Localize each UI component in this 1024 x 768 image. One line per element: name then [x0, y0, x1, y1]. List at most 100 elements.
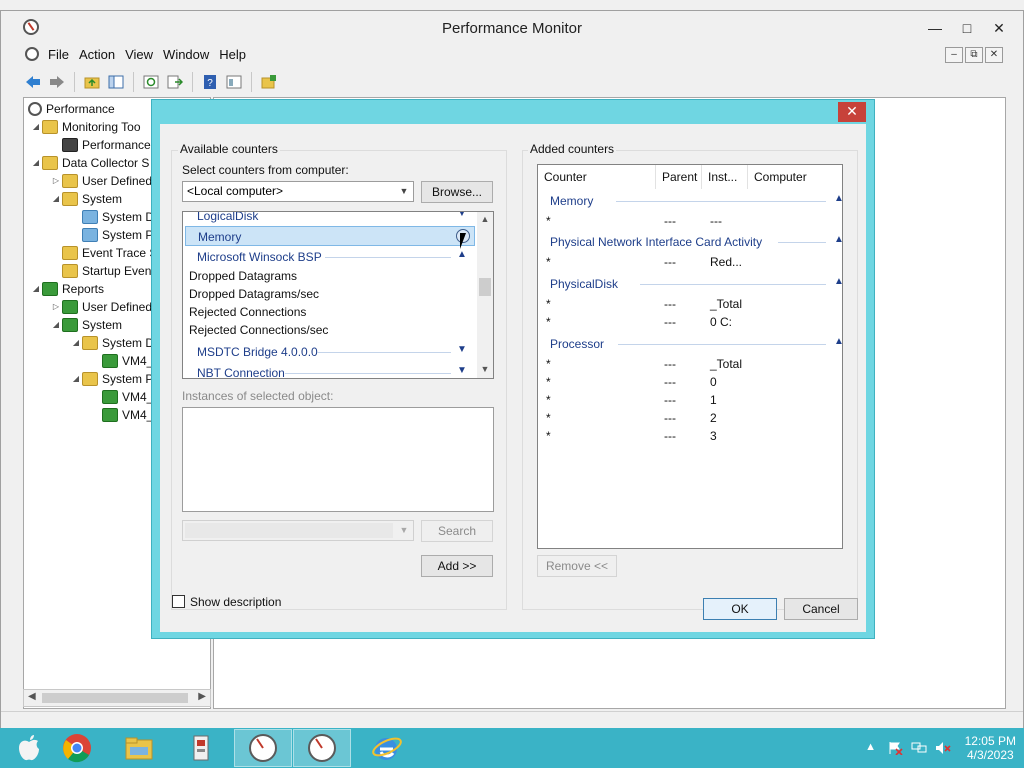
- tree-item-reports-system-diagnostics[interactable]: ◢ System D: [70, 334, 154, 352]
- added-row[interactable]: * --- _Total: [538, 355, 838, 373]
- show-hidden-icons-icon[interactable]: ▲: [863, 741, 879, 755]
- chevron-down-icon[interactable]: ▼: [457, 344, 467, 355]
- show-description-label[interactable]: Show description: [190, 595, 281, 609]
- added-category-physicaldisk[interactable]: PhysicalDisk ▲: [550, 275, 842, 295]
- expanded-arrow-icon[interactable]: ◢: [30, 280, 42, 298]
- expanded-arrow-icon[interactable]: ◢: [30, 118, 42, 136]
- computer-select[interactable]: <Local computer> ▼: [182, 181, 414, 202]
- scroll-up-icon[interactable]: ▲: [477, 214, 493, 224]
- tree-item-system[interactable]: ◢ System: [50, 190, 122, 208]
- file-explorer-icon[interactable]: [110, 729, 168, 767]
- taskbar-clock[interactable]: 12:05 PM 4/3/2023: [965, 734, 1016, 762]
- counter-rejected-connections[interactable]: Rejected Connections: [189, 305, 306, 323]
- internet-explorer-icon[interactable]: [358, 729, 416, 767]
- scroll-thumb[interactable]: [42, 693, 188, 703]
- chevron-up-icon[interactable]: ▲: [834, 193, 842, 204]
- tree-item-performance[interactable]: Performance: [28, 100, 115, 118]
- device-manager-icon[interactable]: [172, 729, 230, 767]
- tree-item-report-vm4-1[interactable]: VM4_: [102, 352, 153, 370]
- tree-item-performance-monitor[interactable]: Performance: [62, 136, 151, 154]
- tree-item-report-vm4-3[interactable]: VM4_: [102, 406, 153, 424]
- added-category-memory[interactable]: Memory ▲: [550, 192, 842, 212]
- expanded-arrow-icon[interactable]: ◢: [70, 370, 82, 388]
- forward-arrow-icon[interactable]: [47, 72, 67, 92]
- column-header-instance[interactable]: Inst...: [702, 165, 748, 189]
- action-center-flag-icon[interactable]: [887, 741, 903, 756]
- network-icon[interactable]: [911, 741, 927, 755]
- added-row[interactable]: * --- 2: [538, 409, 838, 427]
- chevron-up-icon[interactable]: ▲: [834, 234, 842, 245]
- maximize-button[interactable]: □: [951, 17, 983, 39]
- added-row[interactable]: * --- 0 C:: [538, 313, 838, 331]
- category-microsoft-winsock-bsp[interactable]: Microsoft Winsock BSP ▲: [185, 247, 475, 267]
- show-hide-tree-icon[interactable]: [106, 72, 126, 92]
- column-header-parent[interactable]: Parent: [656, 165, 702, 189]
- collapsed-arrow-icon[interactable]: ▷: [50, 172, 62, 190]
- close-button[interactable]: ✕: [983, 17, 1015, 39]
- tree-item-user-defined[interactable]: ▷ User Defined: [50, 172, 152, 190]
- show-description-checkbox[interactable]: [172, 595, 185, 608]
- menu-file[interactable]: File: [47, 47, 78, 62]
- perfmon-task-icon[interactable]: [234, 729, 292, 767]
- tree-item-system-performance[interactable]: System P: [82, 226, 153, 244]
- export-list-icon[interactable]: [165, 72, 185, 92]
- chevron-up-icon[interactable]: ▲: [834, 336, 842, 347]
- scroll-thumb[interactable]: [479, 278, 491, 296]
- added-row[interactable]: * --- 3: [538, 427, 838, 445]
- scroll-down-icon[interactable]: ▼: [477, 364, 493, 374]
- properties-icon[interactable]: [224, 72, 244, 92]
- add-button[interactable]: Add >>: [421, 555, 493, 577]
- mdi-close-button[interactable]: ✕: [985, 47, 1003, 63]
- counter-dropped-datagrams[interactable]: Dropped Datagrams: [189, 269, 297, 287]
- back-arrow-icon[interactable]: [23, 72, 43, 92]
- chevron-up-icon[interactable]: ▲: [834, 276, 842, 287]
- menu-help[interactable]: Help: [218, 47, 255, 62]
- refresh-icon[interactable]: [141, 72, 161, 92]
- instance-search-box[interactable]: ▼: [182, 520, 414, 541]
- menu-action[interactable]: Action: [78, 47, 124, 62]
- added-row[interactable]: * --- Red...: [538, 253, 838, 271]
- help-icon[interactable]: ?: [200, 72, 220, 92]
- added-row[interactable]: * --- 0: [538, 373, 838, 391]
- search-button[interactable]: Search: [421, 520, 493, 542]
- chevron-down-icon[interactable]: ▼: [457, 212, 467, 219]
- scroll-left-icon[interactable]: ◀: [28, 691, 36, 702]
- ok-button[interactable]: OK: [703, 598, 777, 620]
- tree-horizontal-scrollbar[interactable]: ◀ ▶: [23, 689, 211, 707]
- tree-item-report-vm4-2[interactable]: VM4_: [102, 388, 153, 406]
- tree-item-system-diagnostics[interactable]: System D: [82, 208, 154, 226]
- scroll-right-icon[interactable]: ▶: [198, 691, 206, 702]
- instances-list[interactable]: [182, 407, 494, 512]
- browse-button[interactable]: Browse...: [421, 181, 493, 203]
- perfmon-doc-icon[interactable]: [25, 47, 39, 61]
- expanded-arrow-icon[interactable]: ◢: [70, 334, 82, 352]
- cancel-button[interactable]: Cancel: [784, 598, 858, 620]
- chrome-icon[interactable]: [48, 729, 106, 767]
- added-category-processor[interactable]: Processor ▲: [550, 335, 842, 355]
- counter-list[interactable]: LogicalDisk ▼ Memory ▼ Microsoft Winsock…: [182, 211, 494, 379]
- tree-item-event-trace-sessions[interactable]: Event Trace S: [62, 244, 157, 262]
- tree-item-startup-event-trace[interactable]: Startup Even: [62, 262, 151, 280]
- category-logicaldisk[interactable]: LogicalDisk ▼: [185, 212, 475, 226]
- expanded-arrow-icon[interactable]: ◢: [50, 190, 62, 208]
- menu-view[interactable]: View: [124, 47, 162, 62]
- new-window-icon[interactable]: [259, 72, 279, 92]
- added-row[interactable]: * --- _Total: [538, 295, 838, 313]
- expanded-arrow-icon[interactable]: ◢: [30, 154, 42, 172]
- up-folder-icon[interactable]: [82, 72, 102, 92]
- added-row[interactable]: * --- ---: [538, 212, 838, 230]
- chevron-down-icon[interactable]: ▼: [457, 365, 467, 376]
- minimize-button[interactable]: —: [919, 17, 951, 39]
- title-bar[interactable]: Performance Monitor — □ ✕: [1, 11, 1023, 45]
- added-row[interactable]: * --- 1: [538, 391, 838, 409]
- tree-item-reports-system[interactable]: ◢ System: [50, 316, 122, 334]
- added-category-physical-nic[interactable]: Physical Network Interface Card Activity…: [550, 233, 842, 253]
- expanded-arrow-icon[interactable]: ◢: [50, 316, 62, 334]
- remove-button[interactable]: Remove <<: [537, 555, 617, 577]
- column-header-computer[interactable]: Computer: [748, 165, 842, 189]
- category-memory[interactable]: Memory ▼: [185, 226, 475, 246]
- mdi-minimize-button[interactable]: –: [945, 47, 963, 63]
- tree-item-monitoring-tools[interactable]: ◢ Monitoring Too: [30, 118, 141, 136]
- tree-item-reports-system-performance[interactable]: ◢ System P: [70, 370, 153, 388]
- category-nbt-connection[interactable]: NBT Connection ▼: [185, 363, 475, 378]
